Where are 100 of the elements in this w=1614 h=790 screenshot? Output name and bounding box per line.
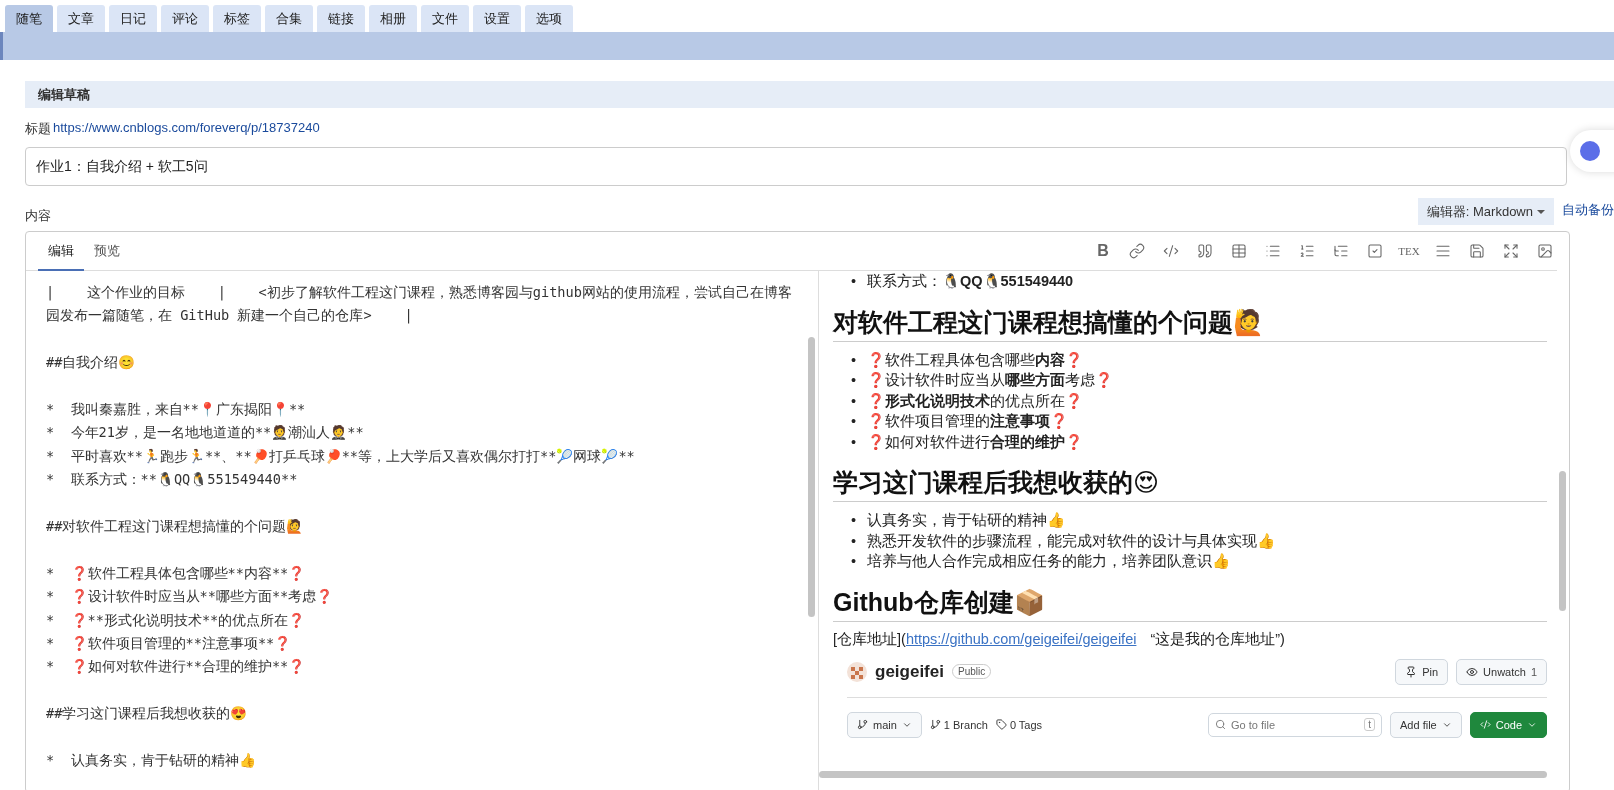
add-file-label: Add file xyxy=(1400,718,1437,731)
scrollbar[interactable] xyxy=(1559,471,1566,611)
bullet: • xyxy=(851,350,858,370)
search-placeholder: Go to file xyxy=(1231,718,1276,731)
nav-tab[interactable]: 文件 xyxy=(421,5,469,32)
code-button[interactable]: Code xyxy=(1469,711,1547,738)
branch-button[interactable]: main xyxy=(847,711,922,738)
nav-tab[interactable]: 文章 xyxy=(57,5,105,32)
nav-tab[interactable]: 标签 xyxy=(213,5,261,32)
pin-button[interactable]: Pin xyxy=(1395,658,1449,685)
preview-heading: 对软件工程这门课程想搞懂的个问题🙋 xyxy=(833,297,1547,342)
scrollbar[interactable] xyxy=(808,337,815,617)
source-line: * ❓如何对软件进行**合理的维护**❓ xyxy=(46,657,307,677)
source-line: ##自我介绍😊 xyxy=(46,353,137,373)
branch-count[interactable]: 1 Branch xyxy=(943,718,988,731)
pin-label: Pin xyxy=(1422,665,1439,678)
table-icon[interactable] xyxy=(1231,243,1247,259)
nav-tab[interactable]: 设置 xyxy=(473,5,521,32)
expand-icon[interactable] xyxy=(1503,243,1519,259)
watch-count: 1 xyxy=(1530,665,1537,678)
repo-name[interactable]: geigeifei xyxy=(875,661,944,682)
title-field[interactable]: 作业1：自我介绍 + 软工5问 xyxy=(25,147,1567,186)
section-header: 编辑草稿 xyxy=(25,81,1614,108)
source-line: * ❓软件项目管理的**注意事项**❓ xyxy=(46,634,293,654)
branch-label: main xyxy=(873,718,897,731)
save-icon[interactable] xyxy=(1469,243,1485,259)
source-line: * 平时喜欢**🏃跑步🏃**、**🏓打乒乓球🏓**等，上大学后又喜欢偶尔打打**🎾网球🎾** xyxy=(46,446,636,466)
bullet: • xyxy=(851,371,858,390)
editor-select[interactable]: 编辑器: Markdown xyxy=(1417,198,1554,225)
image-icon[interactable] xyxy=(1537,243,1553,259)
source-line: ##学习这门课程后我想收获的😍 xyxy=(46,704,249,724)
source-line: * 联系方式：**🐧QQ🐧551549440** xyxy=(46,470,299,490)
list-item: 熟悉开发软件的步骤流程，能完成对软件的设计与具体实现👍 xyxy=(867,531,1275,551)
source-line: ##对软件工程这门课程想搞懂的个问题🙋 xyxy=(46,517,305,536)
list-item: 培养与他人合作完成相应任务的能力，培养团队意识👍 xyxy=(867,552,1230,571)
title-label: 标题 xyxy=(25,120,51,138)
post-link[interactable]: https://www.cnblogs.com/foreverq/p/18737240 xyxy=(53,120,320,138)
file-search-field[interactable]: Go to file t xyxy=(1208,712,1382,737)
source-line: * ❓设计软件时应当从**哪些方面**考虑❓ xyxy=(46,587,335,607)
autosave-link[interactable]: 自动备份 xyxy=(1562,201,1614,219)
source-line: * ❓软件工程具体包含哪些**内容**❓ xyxy=(46,563,307,583)
search-icon xyxy=(1215,719,1226,730)
scrollbar[interactable] xyxy=(819,771,1547,778)
add-file-button[interactable]: Add file xyxy=(1390,711,1462,738)
tex-button[interactable]: TEX xyxy=(1397,239,1421,263)
preview-heading: Github仓库创建📦 xyxy=(833,577,1547,622)
list-item: 认真务实，肯于钻研的精神👍 xyxy=(867,511,1065,530)
nav-tab[interactable]: 选项 xyxy=(525,5,573,32)
bullet: • xyxy=(851,552,858,571)
nav-tab[interactable]: 链接 xyxy=(317,5,365,32)
lines-icon[interactable] xyxy=(1435,243,1451,259)
dot-icon xyxy=(1580,141,1600,161)
list-item: ❓形式化说明技术的优点所在❓ xyxy=(867,391,1083,411)
preview-heading: 学习这门课程后我想收获的😍 xyxy=(833,458,1547,502)
pin-icon xyxy=(1405,665,1418,678)
shortcut-key: t xyxy=(1364,718,1375,731)
tag-count[interactable]: 0 Tags xyxy=(1009,718,1043,731)
bullets-icon[interactable] xyxy=(1265,243,1281,259)
editor-tab[interactable]: 预览 xyxy=(84,231,130,271)
branch-icon xyxy=(857,719,868,730)
nav-tab[interactable]: 评论 xyxy=(161,5,209,32)
watch-button[interactable]: Unwatch 1 xyxy=(1456,658,1547,685)
nav-tab[interactable]: 相册 xyxy=(369,5,417,32)
nav-tab[interactable]: 合集 xyxy=(265,5,313,32)
bold-button[interactable]: B xyxy=(1091,239,1115,263)
avatar-icon xyxy=(847,661,867,682)
quote-icon[interactable] xyxy=(1197,243,1213,259)
branch-icon xyxy=(929,719,941,730)
nav-tab[interactable]: 随笔 xyxy=(5,5,53,32)
tree-icon[interactable] xyxy=(1333,243,1349,259)
editor-tab[interactable]: 编辑 xyxy=(38,231,84,271)
numbers-icon[interactable] xyxy=(1299,243,1315,259)
code-label: Code xyxy=(1495,718,1522,731)
bullet: • xyxy=(851,391,858,411)
bullet: • xyxy=(851,412,858,431)
bullet: • xyxy=(851,531,858,551)
checkbox-icon[interactable] xyxy=(1367,243,1383,259)
bullet: • xyxy=(851,272,858,291)
repo-link[interactable]: https://github.com/geigeifei/geigeifei xyxy=(905,630,1137,647)
code-icon xyxy=(1479,719,1491,730)
list-item: ❓软件项目管理的注意事项❓ xyxy=(867,412,1068,431)
list-item: 联系方式：🐧QQ🐧551549440 xyxy=(867,272,1074,291)
bullet: • xyxy=(851,432,858,452)
watch-label: Unwatch xyxy=(1483,665,1526,678)
source-line: * ❓**形式化说明技术**的优点所在❓ xyxy=(46,610,307,630)
content-label: 内容 xyxy=(25,207,51,225)
list-item: ❓如何对软件进行合理的维护❓ xyxy=(867,432,1083,452)
bullet: • xyxy=(851,511,858,530)
link-paragraph: [仓库地址](https://github.com/geigeifei/geigeifei “这是我的仓库地址”) xyxy=(833,629,1286,649)
list-item: ❓设计软件时应当从哪些方面考虑❓ xyxy=(867,371,1113,390)
tag-icon xyxy=(995,719,1007,730)
eye-icon xyxy=(1466,665,1479,678)
link-icon[interactable] xyxy=(1129,243,1145,259)
code-icon[interactable] xyxy=(1163,243,1179,259)
source-line: * 认真务实，肯于钻研的精神👍 xyxy=(46,751,257,771)
list-item: ❓软件工程具体包含哪些内容❓ xyxy=(867,350,1083,370)
source-line: | 这个作业的目标 | <初步了解软件工程这门课程，熟悉博客园与github网站的使用流程，尝试自己在博客园发布一篇随笔，在 GitHub 新建一个自己的仓库> | xyxy=(46,283,793,326)
source-line: * 今年21岁，是一名地地道道的**🤵潮汕人🤵** xyxy=(46,423,365,443)
nav-tab[interactable]: 日记 xyxy=(109,5,157,32)
source-line: * 我叫秦嘉胜，来自**📍广东揭阳📍** xyxy=(46,400,307,419)
